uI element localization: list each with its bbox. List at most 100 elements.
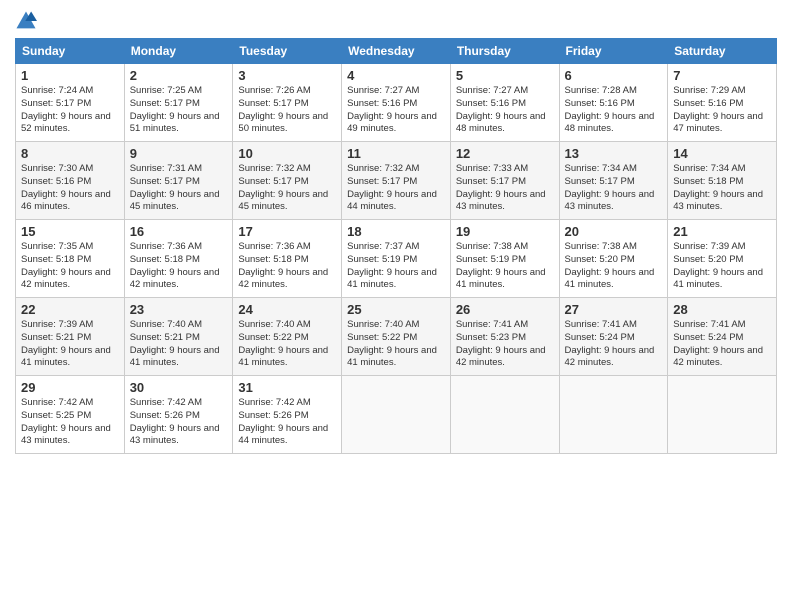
day-info: Sunrise: 7:33 AMSunset: 5:17 PMDaylight:…	[456, 163, 546, 212]
day-info: Sunrise: 7:38 AMSunset: 5:19 PMDaylight:…	[456, 241, 546, 290]
day-number: 25	[347, 302, 445, 317]
day-cell: 12 Sunrise: 7:33 AMSunset: 5:17 PMDaylig…	[450, 142, 559, 220]
day-info: Sunrise: 7:34 AMSunset: 5:18 PMDaylight:…	[673, 163, 763, 212]
day-number: 8	[21, 146, 119, 161]
day-info: Sunrise: 7:40 AMSunset: 5:21 PMDaylight:…	[130, 319, 220, 368]
week-row-3: 15 Sunrise: 7:35 AMSunset: 5:18 PMDaylig…	[16, 220, 777, 298]
day-info: Sunrise: 7:27 AMSunset: 5:16 PMDaylight:…	[347, 85, 437, 134]
calendar-header: SundayMondayTuesdayWednesdayThursdayFrid…	[16, 39, 777, 64]
day-cell: 15 Sunrise: 7:35 AMSunset: 5:18 PMDaylig…	[16, 220, 125, 298]
week-row-1: 1 Sunrise: 7:24 AMSunset: 5:17 PMDayligh…	[16, 64, 777, 142]
day-number: 6	[565, 68, 663, 83]
day-info: Sunrise: 7:29 AMSunset: 5:16 PMDaylight:…	[673, 85, 763, 134]
day-number: 19	[456, 224, 554, 239]
day-number: 1	[21, 68, 119, 83]
header-cell-sunday: Sunday	[16, 39, 125, 64]
day-cell: 11 Sunrise: 7:32 AMSunset: 5:17 PMDaylig…	[342, 142, 451, 220]
day-info: Sunrise: 7:31 AMSunset: 5:17 PMDaylight:…	[130, 163, 220, 212]
day-info: Sunrise: 7:35 AMSunset: 5:18 PMDaylight:…	[21, 241, 111, 290]
day-cell: 7 Sunrise: 7:29 AMSunset: 5:16 PMDayligh…	[668, 64, 777, 142]
day-cell: 21 Sunrise: 7:39 AMSunset: 5:20 PMDaylig…	[668, 220, 777, 298]
day-cell	[668, 376, 777, 454]
day-info: Sunrise: 7:39 AMSunset: 5:20 PMDaylight:…	[673, 241, 763, 290]
day-info: Sunrise: 7:41 AMSunset: 5:24 PMDaylight:…	[673, 319, 763, 368]
day-cell: 22 Sunrise: 7:39 AMSunset: 5:21 PMDaylig…	[16, 298, 125, 376]
day-number: 16	[130, 224, 228, 239]
day-cell: 13 Sunrise: 7:34 AMSunset: 5:17 PMDaylig…	[559, 142, 668, 220]
day-info: Sunrise: 7:24 AMSunset: 5:17 PMDaylight:…	[21, 85, 111, 134]
day-number: 30	[130, 380, 228, 395]
day-info: Sunrise: 7:32 AMSunset: 5:17 PMDaylight:…	[238, 163, 328, 212]
header-row: SundayMondayTuesdayWednesdayThursdayFrid…	[16, 39, 777, 64]
day-number: 24	[238, 302, 336, 317]
day-cell	[559, 376, 668, 454]
day-cell: 17 Sunrise: 7:36 AMSunset: 5:18 PMDaylig…	[233, 220, 342, 298]
day-info: Sunrise: 7:36 AMSunset: 5:18 PMDaylight:…	[238, 241, 328, 290]
calendar-body: 1 Sunrise: 7:24 AMSunset: 5:17 PMDayligh…	[16, 64, 777, 454]
day-number: 12	[456, 146, 554, 161]
day-number: 2	[130, 68, 228, 83]
day-number: 5	[456, 68, 554, 83]
day-cell	[450, 376, 559, 454]
day-cell: 19 Sunrise: 7:38 AMSunset: 5:19 PMDaylig…	[450, 220, 559, 298]
day-cell: 26 Sunrise: 7:41 AMSunset: 5:23 PMDaylig…	[450, 298, 559, 376]
day-cell: 18 Sunrise: 7:37 AMSunset: 5:19 PMDaylig…	[342, 220, 451, 298]
day-info: Sunrise: 7:34 AMSunset: 5:17 PMDaylight:…	[565, 163, 655, 212]
day-number: 21	[673, 224, 771, 239]
day-number: 28	[673, 302, 771, 317]
day-number: 14	[673, 146, 771, 161]
day-cell: 10 Sunrise: 7:32 AMSunset: 5:17 PMDaylig…	[233, 142, 342, 220]
day-info: Sunrise: 7:40 AMSunset: 5:22 PMDaylight:…	[347, 319, 437, 368]
calendar-table: SundayMondayTuesdayWednesdayThursdayFrid…	[15, 38, 777, 454]
day-info: Sunrise: 7:38 AMSunset: 5:20 PMDaylight:…	[565, 241, 655, 290]
day-number: 27	[565, 302, 663, 317]
header-cell-wednesday: Wednesday	[342, 39, 451, 64]
day-cell: 9 Sunrise: 7:31 AMSunset: 5:17 PMDayligh…	[124, 142, 233, 220]
day-info: Sunrise: 7:27 AMSunset: 5:16 PMDaylight:…	[456, 85, 546, 134]
day-number: 4	[347, 68, 445, 83]
calendar-container: SundayMondayTuesdayWednesdayThursdayFrid…	[0, 0, 792, 464]
day-number: 17	[238, 224, 336, 239]
day-cell: 4 Sunrise: 7:27 AMSunset: 5:16 PMDayligh…	[342, 64, 451, 142]
logo-icon	[15, 10, 37, 32]
day-info: Sunrise: 7:37 AMSunset: 5:19 PMDaylight:…	[347, 241, 437, 290]
week-row-2: 8 Sunrise: 7:30 AMSunset: 5:16 PMDayligh…	[16, 142, 777, 220]
day-number: 10	[238, 146, 336, 161]
header	[15, 10, 777, 32]
day-number: 31	[238, 380, 336, 395]
day-cell: 3 Sunrise: 7:26 AMSunset: 5:17 PMDayligh…	[233, 64, 342, 142]
day-number: 11	[347, 146, 445, 161]
header-cell-saturday: Saturday	[668, 39, 777, 64]
day-info: Sunrise: 7:42 AMSunset: 5:26 PMDaylight:…	[238, 397, 328, 446]
day-cell: 16 Sunrise: 7:36 AMSunset: 5:18 PMDaylig…	[124, 220, 233, 298]
day-number: 3	[238, 68, 336, 83]
day-number: 18	[347, 224, 445, 239]
day-cell: 30 Sunrise: 7:42 AMSunset: 5:26 PMDaylig…	[124, 376, 233, 454]
day-cell: 6 Sunrise: 7:28 AMSunset: 5:16 PMDayligh…	[559, 64, 668, 142]
day-cell: 27 Sunrise: 7:41 AMSunset: 5:24 PMDaylig…	[559, 298, 668, 376]
day-info: Sunrise: 7:25 AMSunset: 5:17 PMDaylight:…	[130, 85, 220, 134]
day-info: Sunrise: 7:36 AMSunset: 5:18 PMDaylight:…	[130, 241, 220, 290]
week-row-4: 22 Sunrise: 7:39 AMSunset: 5:21 PMDaylig…	[16, 298, 777, 376]
day-info: Sunrise: 7:42 AMSunset: 5:25 PMDaylight:…	[21, 397, 111, 446]
day-number: 9	[130, 146, 228, 161]
header-cell-monday: Monday	[124, 39, 233, 64]
day-info: Sunrise: 7:28 AMSunset: 5:16 PMDaylight:…	[565, 85, 655, 134]
day-info: Sunrise: 7:40 AMSunset: 5:22 PMDaylight:…	[238, 319, 328, 368]
day-cell: 23 Sunrise: 7:40 AMSunset: 5:21 PMDaylig…	[124, 298, 233, 376]
day-cell: 5 Sunrise: 7:27 AMSunset: 5:16 PMDayligh…	[450, 64, 559, 142]
day-cell: 31 Sunrise: 7:42 AMSunset: 5:26 PMDaylig…	[233, 376, 342, 454]
day-cell: 1 Sunrise: 7:24 AMSunset: 5:17 PMDayligh…	[16, 64, 125, 142]
header-cell-friday: Friday	[559, 39, 668, 64]
day-cell: 14 Sunrise: 7:34 AMSunset: 5:18 PMDaylig…	[668, 142, 777, 220]
day-info: Sunrise: 7:42 AMSunset: 5:26 PMDaylight:…	[130, 397, 220, 446]
day-number: 13	[565, 146, 663, 161]
day-number: 26	[456, 302, 554, 317]
day-info: Sunrise: 7:30 AMSunset: 5:16 PMDaylight:…	[21, 163, 111, 212]
header-cell-thursday: Thursday	[450, 39, 559, 64]
day-cell: 25 Sunrise: 7:40 AMSunset: 5:22 PMDaylig…	[342, 298, 451, 376]
day-cell: 28 Sunrise: 7:41 AMSunset: 5:24 PMDaylig…	[668, 298, 777, 376]
day-info: Sunrise: 7:32 AMSunset: 5:17 PMDaylight:…	[347, 163, 437, 212]
day-info: Sunrise: 7:26 AMSunset: 5:17 PMDaylight:…	[238, 85, 328, 134]
day-number: 15	[21, 224, 119, 239]
